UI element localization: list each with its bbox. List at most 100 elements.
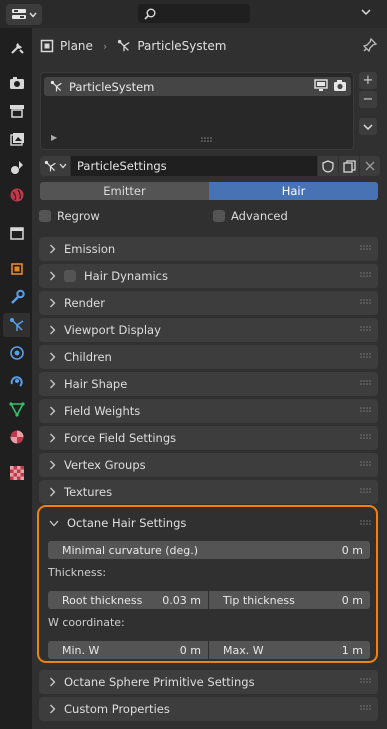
drag-handle-icon[interactable]: [360, 520, 372, 526]
advanced-checkbox-row[interactable]: Advanced: [213, 208, 288, 224]
tab-render[interactable]: [3, 71, 30, 95]
resize-grip-icon[interactable]: [201, 137, 213, 143]
search-input[interactable]: [160, 7, 240, 20]
particle-system-list[interactable]: ParticleSystem ▶: [40, 72, 354, 150]
tab-world[interactable]: [3, 183, 30, 207]
drag-handle-icon[interactable]: [360, 407, 372, 413]
chevron-right-icon: [50, 244, 56, 254]
field-value: 1 m: [341, 643, 363, 657]
drag-handle-icon[interactable]: [360, 705, 372, 711]
drag-handle-icon[interactable]: [360, 434, 372, 440]
tab-texture[interactable]: [3, 461, 30, 485]
collection-icon: [9, 227, 24, 240]
chevron-right-icon: [50, 460, 56, 470]
panel-viewport-display[interactable]: Viewport Display: [39, 318, 378, 342]
tab-constraints[interactable]: [3, 369, 30, 393]
particle-type-toggle: Emitter Hair: [40, 182, 378, 200]
panel-emission[interactable]: Emission: [39, 237, 378, 261]
drag-handle-icon[interactable]: [360, 678, 372, 684]
properties-header: [0, 0, 387, 28]
properties-editor-icon: [11, 8, 26, 19]
drag-handle-icon[interactable]: [360, 326, 372, 332]
panel-field-weights[interactable]: Field Weights: [39, 399, 378, 423]
regrow-label: Regrow: [57, 209, 100, 223]
close-icon: [365, 161, 375, 171]
editor-type-selector[interactable]: [6, 4, 42, 25]
panel-hair-dynamics[interactable]: Hair Dynamics: [39, 264, 378, 288]
breadcrumb-separator-icon: ›: [102, 39, 108, 53]
type-emitter-button[interactable]: Emitter: [40, 182, 209, 200]
panel-custom-properties[interactable]: Custom Properties: [39, 697, 378, 721]
panel-label: Force Field Settings: [64, 431, 177, 445]
tab-view-layer[interactable]: [3, 127, 30, 151]
material-icon: [10, 430, 23, 444]
list-item-label: ParticleSystem: [69, 79, 155, 94]
expand-triangle-icon[interactable]: ▶: [51, 133, 57, 142]
panel-octane-sphere-primitive[interactable]: Octane Sphere Primitive Settings: [39, 670, 378, 694]
camera-icon[interactable]: [333, 79, 347, 92]
fake-user-button[interactable]: [318, 156, 338, 176]
panel-label: Textures: [64, 485, 113, 499]
chevron-right-icon: [50, 487, 56, 497]
tab-output[interactable]: [3, 99, 30, 123]
drag-handle-icon[interactable]: [360, 272, 372, 278]
panel-label: Vertex Groups: [64, 458, 146, 472]
regrow-checkbox[interactable]: [39, 210, 51, 222]
settings-browse-button[interactable]: [40, 156, 70, 176]
tab-collection[interactable]: [3, 221, 30, 245]
drag-handle-icon[interactable]: [360, 461, 372, 467]
pin-icon[interactable]: [363, 38, 377, 52]
tab-modifier[interactable]: [3, 285, 30, 309]
panel-hair-shape[interactable]: Hair Shape: [39, 372, 378, 396]
chevron-down-icon: [363, 123, 373, 130]
tab-tool[interactable]: [3, 36, 30, 60]
list-menu-button[interactable]: [359, 118, 377, 135]
add-button[interactable]: +: [359, 72, 377, 89]
type-hair-button[interactable]: Hair: [209, 182, 378, 200]
drag-handle-icon[interactable]: [360, 353, 372, 359]
max-w-field[interactable]: Max. W 1 m: [209, 641, 370, 659]
list-item[interactable]: ParticleSystem: [44, 77, 351, 96]
particles-icon: [44, 160, 56, 171]
panel-textures[interactable]: Textures: [39, 480, 378, 504]
min-w-field[interactable]: Min. W 0 m: [48, 641, 208, 659]
drag-handle-icon[interactable]: [360, 245, 372, 251]
tab-scene[interactable]: [3, 155, 30, 179]
tool-icon: [10, 43, 24, 54]
field-label: Tip thickness: [223, 593, 295, 607]
monitor-icon[interactable]: [314, 79, 328, 92]
panel-force-field-settings[interactable]: Force Field Settings: [39, 426, 378, 450]
octane-hair-settings-header[interactable]: Octane Hair Settings: [43, 511, 372, 535]
panel-render[interactable]: Render: [39, 291, 378, 315]
field-value: 0.03 m: [162, 593, 201, 607]
tab-particles[interactable]: [3, 313, 30, 337]
duplicate-button[interactable]: [339, 156, 359, 176]
remove-button[interactable]: −: [359, 91, 377, 108]
panel-children[interactable]: Children: [39, 345, 378, 369]
minimal-curvature-field[interactable]: Minimal curvature (deg.) 0 m: [48, 541, 370, 559]
drag-handle-icon[interactable]: [360, 380, 372, 386]
settings-name-field[interactable]: ParticleSettings: [71, 156, 317, 176]
properties-tab-strip: [0, 28, 32, 729]
tab-object-data[interactable]: [3, 397, 30, 421]
tab-material[interactable]: [3, 425, 30, 449]
root-thickness-field[interactable]: Root thickness 0.03 m: [48, 591, 208, 609]
unlink-button[interactable]: [360, 156, 380, 176]
panel-vertex-groups[interactable]: Vertex Groups: [39, 453, 378, 477]
hair-dynamics-checkbox[interactable]: [64, 270, 76, 282]
tab-physics[interactable]: [3, 341, 30, 365]
regrow-checkbox-row[interactable]: Regrow: [39, 208, 100, 224]
search-field[interactable]: [138, 4, 250, 23]
advanced-checkbox[interactable]: [213, 210, 225, 222]
field-label: Minimal curvature (deg.): [62, 543, 199, 557]
options-chevron-icon[interactable]: [360, 6, 372, 20]
drag-handle-icon[interactable]: [360, 488, 372, 494]
object-icon: [10, 263, 23, 275]
tab-object[interactable]: [3, 257, 30, 281]
field-value: 0 m: [341, 593, 363, 607]
tip-thickness-field[interactable]: Tip thickness 0 m: [209, 591, 370, 609]
panel-label: Hair Dynamics: [84, 269, 168, 283]
drag-handle-icon[interactable]: [360, 299, 372, 305]
field-value: 0 m: [341, 543, 363, 557]
physics-icon: [9, 346, 24, 360]
